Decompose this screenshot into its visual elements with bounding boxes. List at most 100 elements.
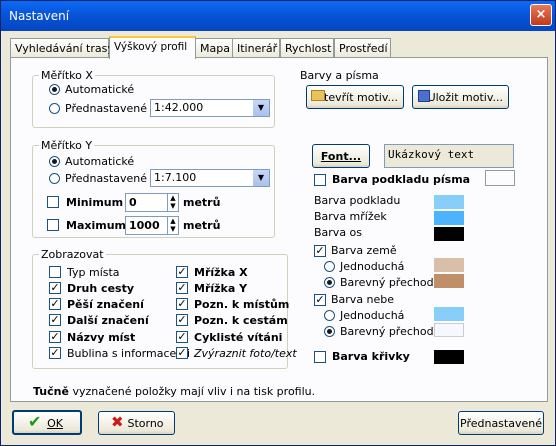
open-theme-button[interactable]: Otevřít motiv... — [306, 85, 404, 109]
tab-speed[interactable]: Rychlost — [280, 38, 334, 58]
ground-gradient-radio[interactable] — [324, 277, 335, 288]
display-place-names-label: Názvy míst — [67, 331, 136, 344]
maximum-value: 1000 — [129, 219, 160, 232]
display-path-type-checkbox[interactable]: ✓ — [49, 282, 61, 294]
colors-title: Barvy a písma — [298, 69, 381, 82]
folder-icon — [311, 90, 325, 101]
scale-x-preset-value: 1:42.000 — [154, 101, 204, 114]
maximum-label: Maximum — [66, 219, 126, 232]
scale-y-preset-radio[interactable] — [49, 173, 60, 184]
font-sample-box: Ukázkový text — [384, 144, 514, 168]
font-background-swatch[interactable] — [485, 170, 515, 186]
display-highlight-label: Zvýraznit foto/text — [194, 347, 297, 360]
scale-y-auto-radio[interactable] — [49, 156, 60, 167]
sky-color-checkbox[interactable]: ✓ — [314, 294, 326, 306]
tab-map[interactable]: Mapa — [195, 38, 233, 58]
display-group: Zobrazovat Typ místa ✓ Druh cesty ✓ Pěší… — [32, 248, 297, 369]
chevron-down-icon[interactable]: ▼ — [253, 100, 269, 116]
elevation-profile-panel: Měřítko X Automatické Přednastavené 1:42… — [10, 57, 548, 402]
title-bar: Nastavení × — [1, 1, 555, 31]
spinner-icon[interactable]: ▲ ▼ — [167, 194, 178, 211]
background-color-label: Barva podkladu — [314, 194, 401, 207]
minimum-value: 0 — [129, 196, 137, 209]
floppy-icon — [418, 90, 430, 102]
display-info-bubble-checkbox[interactable]: ✓ — [49, 347, 61, 359]
display-hiking-marks-label: Pěší značení — [67, 298, 144, 311]
cancel-button[interactable]: ✖ Storno — [98, 411, 175, 435]
scale-y-preset-select[interactable]: 1:7.100 ▼ — [150, 169, 270, 187]
print-note-text: vyznačené položky mají vliv i na tisk pr… — [68, 385, 316, 398]
minimum-checkbox[interactable] — [47, 196, 59, 208]
display-cyclists-checkbox[interactable]: ✓ — [176, 331, 188, 343]
scale-x-preset-radio[interactable] — [49, 103, 60, 114]
checkmark-icon: ✔ — [28, 412, 42, 431]
sky-simple-radio[interactable] — [324, 310, 335, 321]
sky-simple-swatch[interactable] — [434, 307, 464, 321]
font-background-label: Barva podkladu písma — [332, 173, 471, 186]
display-type-label: Typ místa — [67, 266, 120, 279]
axes-color-label: Barva os — [314, 226, 363, 239]
sky-gradient-radio[interactable] — [324, 326, 335, 337]
tab-elevation-profile[interactable]: Výškový profil — [109, 36, 196, 59]
scale-x-preset-label: Přednastavené — [65, 102, 147, 115]
display-hiking-marks-checkbox[interactable]: ✓ — [49, 298, 61, 310]
tab-route-search[interactable]: Vyhledávání trasy — [10, 38, 114, 58]
font-button[interactable]: Font... — [312, 144, 370, 168]
display-cyclists-label: Cyklisté vítáni — [194, 331, 283, 344]
tab-strip: Vyhledávání trasy Výškový profil Mapa It… — [10, 36, 550, 59]
display-other-marks-label: Další značení — [67, 314, 149, 327]
minimum-label: Minimum — [66, 196, 124, 209]
maximum-checkbox[interactable] — [47, 219, 59, 231]
tab-itinerary[interactable]: Itinerář — [232, 38, 280, 58]
ok-button[interactable]: ✔ OK — [12, 410, 82, 435]
save-theme-button[interactable]: Uložit motiv... — [412, 85, 509, 109]
display-type-checkbox[interactable] — [49, 266, 61, 278]
print-note: Tučně vyznačené položky mají vliv i na t… — [33, 385, 315, 398]
print-note-bold: Tučně — [33, 385, 69, 398]
ground-simple-swatch[interactable] — [434, 258, 464, 272]
curve-color-label: Barva křivky — [332, 350, 410, 363]
display-highlight-checkbox[interactable]: ✓ — [176, 347, 188, 359]
display-grid-x-checkbox[interactable]: ✓ — [176, 266, 188, 278]
ground-color-checkbox[interactable]: ✓ — [314, 245, 326, 257]
curve-color-checkbox[interactable] — [314, 351, 326, 363]
sky-gradient-swatch[interactable] — [434, 323, 464, 337]
save-theme-label: Uložit motiv... — [427, 91, 503, 104]
scale-x-title: Měřítko X — [39, 69, 95, 82]
close-button[interactable]: × — [530, 4, 552, 26]
display-other-marks-checkbox[interactable]: ✓ — [49, 314, 61, 326]
ground-simple-radio[interactable] — [324, 261, 335, 272]
axes-color-swatch[interactable] — [434, 227, 464, 241]
minimum-input[interactable]: 0 ▲ ▼ — [125, 193, 179, 212]
display-grid-y-checkbox[interactable]: ✓ — [176, 282, 188, 294]
scale-y-auto-label: Automatické — [65, 155, 135, 168]
spinner-icon[interactable]: ▲ ▼ — [167, 217, 178, 234]
display-info-bubble-label: Bublina s informacemi — [67, 347, 191, 360]
defaults-button[interactable]: Přednastavené — [458, 411, 544, 435]
display-place-names-checkbox[interactable]: ✓ — [49, 331, 61, 343]
grid-color-label: Barva mřížek — [314, 210, 387, 223]
curve-color-swatch[interactable] — [434, 350, 464, 364]
chevron-down-icon[interactable]: ▼ — [253, 170, 269, 186]
open-theme-label: Otevřít motiv... — [315, 91, 398, 104]
maximum-input[interactable]: 1000 ▲ ▼ — [125, 216, 179, 235]
tab-environment[interactable]: Prostředí — [334, 38, 391, 58]
ground-gradient-label: Barevný přechod — [340, 276, 434, 289]
maximum-unit: metrů — [183, 219, 221, 232]
sky-gradient-label: Barevný přechod — [340, 325, 434, 338]
scale-x-auto-radio[interactable] — [49, 84, 60, 95]
ground-simple-label: Jednoduchá — [340, 260, 405, 273]
display-place-notes-checkbox[interactable]: ✓ — [176, 298, 188, 310]
display-title: Zobrazovat — [39, 248, 106, 261]
sky-simple-label: Jednoduchá — [340, 309, 405, 322]
ok-label: OK — [47, 417, 63, 430]
grid-color-swatch[interactable] — [434, 211, 464, 225]
background-color-swatch[interactable] — [434, 195, 464, 209]
close-icon: ✖ — [111, 413, 124, 431]
colors-group: Barvy a písma Otevřít motiv... Uložit mo… — [294, 69, 539, 369]
scale-x-preset-select[interactable]: 1:42.000 ▼ — [150, 99, 270, 117]
display-grid-y-label: Mřížka Y — [194, 282, 248, 295]
font-background-checkbox[interactable] — [314, 174, 326, 186]
ground-gradient-swatch[interactable] — [434, 274, 464, 288]
display-path-notes-checkbox[interactable]: ✓ — [176, 314, 188, 326]
